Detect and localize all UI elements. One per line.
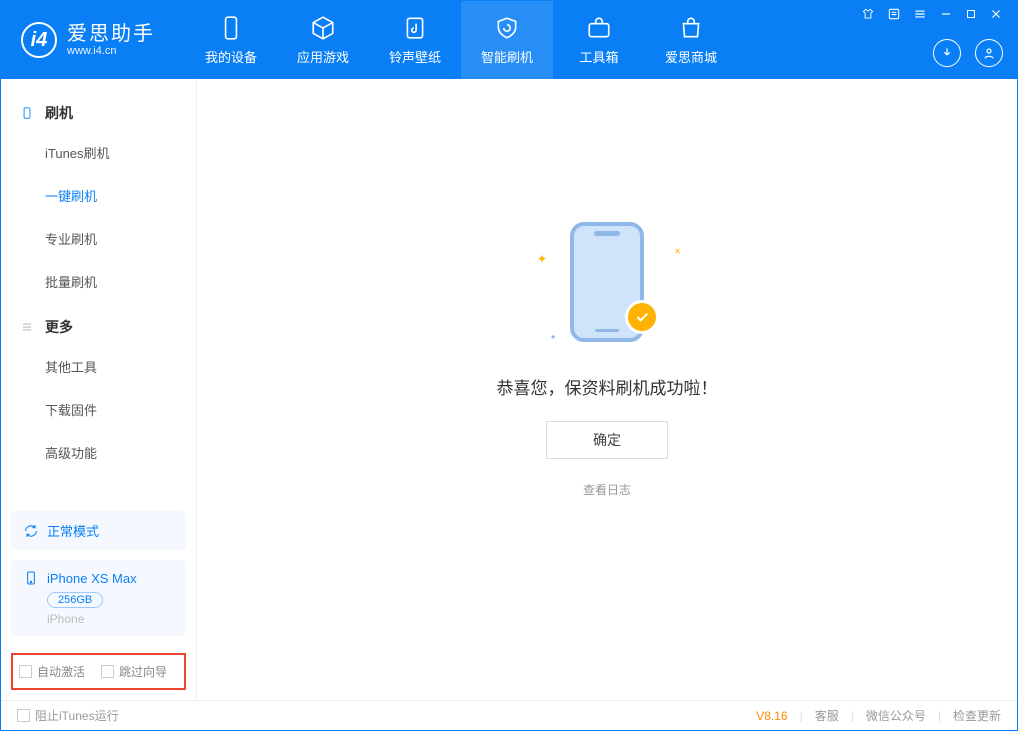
main-tabs: 我的设备 应用游戏 铃声壁纸 智能刷机 工具箱 爱思商城: [185, 1, 737, 79]
phone-icon: [23, 570, 39, 586]
briefcase-icon: [586, 15, 612, 41]
logo-icon: i4: [21, 22, 57, 58]
sidebar: 刷机 iTunes刷机 一键刷机 专业刷机 批量刷机 更多 其他工具 下载固件 …: [1, 79, 197, 700]
sidebar-item-advanced[interactable]: 高级功能: [19, 431, 178, 474]
mode-label: 正常模式: [47, 521, 99, 540]
checkbox-label: 跳过向导: [119, 663, 167, 680]
checkbox-icon: [17, 709, 30, 722]
separator: |: [851, 709, 854, 723]
device-card[interactable]: iPhone XS Max 256GB iPhone: [11, 560, 186, 636]
maximize-button[interactable]: [965, 7, 977, 21]
statusbar: 阻止iTunes运行 V8.16 | 客服 | 微信公众号 | 检查更新: [1, 700, 1017, 730]
checkbox-skip-guide[interactable]: 跳过向导: [101, 663, 167, 680]
tab-label: 应用游戏: [297, 47, 349, 66]
wechat-link[interactable]: 微信公众号: [866, 707, 926, 724]
download-button[interactable]: [933, 39, 961, 67]
sidebar-item-batch-flash[interactable]: 批量刷机: [19, 260, 178, 303]
music-file-icon: [402, 15, 428, 41]
phone-icon: [218, 15, 244, 41]
app-title: 爱思助手: [67, 23, 155, 45]
sparkle-icon: +: [670, 243, 685, 258]
tab-label: 工具箱: [579, 47, 618, 66]
mode-card[interactable]: 正常模式: [11, 511, 186, 550]
separator: |: [800, 709, 803, 723]
success-illustration: ✦ + •: [527, 222, 687, 352]
app-logo: i4 爱思助手 www.i4.cn: [21, 22, 155, 58]
checkbox-label: 自动激活: [37, 663, 85, 680]
ok-button[interactable]: 确定: [546, 421, 668, 459]
sidebar-item-download-firmware[interactable]: 下载固件: [19, 388, 178, 431]
success-message: 恭喜您，保资料刷机成功啦！: [497, 374, 718, 399]
checkbox-auto-activate[interactable]: 自动激活: [19, 663, 85, 680]
device-icon: [19, 105, 35, 121]
sidebar-item-pro-flash[interactable]: 专业刷机: [19, 217, 178, 260]
checkbox-icon: [19, 665, 32, 678]
titlebar: i4 爱思助手 www.i4.cn 我的设备 应用游戏 铃声壁纸 智能刷机 工具…: [1, 1, 1017, 79]
checkmark-badge-icon: [625, 300, 659, 334]
highlighted-options: 自动激活 跳过向导: [11, 653, 186, 690]
tab-label: 智能刷机: [481, 47, 533, 66]
bag-icon: [678, 15, 704, 41]
sidebar-header-label: 更多: [45, 317, 73, 337]
sparkle-icon: ✦: [537, 252, 547, 266]
sparkle-icon: •: [551, 330, 555, 344]
sync-icon: [23, 523, 39, 539]
list-icon: [19, 319, 35, 335]
app-subtitle: www.i4.cn: [67, 45, 155, 57]
checkbox-label: 阻止iTunes运行: [35, 707, 119, 724]
shield-refresh-icon: [494, 15, 520, 41]
window-controls: [861, 7, 1003, 21]
sidebar-header-label: 刷机: [45, 103, 73, 123]
tab-store[interactable]: 爱思商城: [645, 1, 737, 79]
shirt-icon[interactable]: [861, 7, 875, 21]
check-update-link[interactable]: 检查更新: [953, 707, 1001, 724]
device-capacity: 256GB: [47, 592, 103, 608]
checkbox-icon: [101, 665, 114, 678]
minimize-button[interactable]: [939, 7, 953, 21]
checkbox-block-itunes[interactable]: 阻止iTunes运行: [17, 707, 119, 724]
main-content: ✦ + • 恭喜您，保资料刷机成功啦！ 确定 查看日志: [197, 79, 1017, 700]
view-log-link[interactable]: 查看日志: [583, 481, 631, 498]
tab-label: 我的设备: [205, 47, 257, 66]
sidebar-item-itunes-flash[interactable]: iTunes刷机: [19, 131, 178, 174]
separator: |: [938, 709, 941, 723]
close-button[interactable]: [989, 7, 1003, 21]
device-type: iPhone: [47, 612, 174, 626]
account-button[interactable]: [975, 39, 1003, 67]
version-label: V8.16: [756, 709, 787, 723]
tab-label: 铃声壁纸: [389, 47, 441, 66]
sidebar-item-other-tools[interactable]: 其他工具: [19, 345, 178, 388]
tab-label: 爱思商城: [665, 47, 717, 66]
tab-smart-flash[interactable]: 智能刷机: [461, 1, 553, 79]
sidebar-section-flash: 刷机: [19, 103, 178, 123]
tab-my-device[interactable]: 我的设备: [185, 1, 277, 79]
tab-toolbox[interactable]: 工具箱: [553, 1, 645, 79]
tab-apps-games[interactable]: 应用游戏: [277, 1, 369, 79]
tab-ringtones[interactable]: 铃声壁纸: [369, 1, 461, 79]
sidebar-item-oneclick-flash[interactable]: 一键刷机: [19, 174, 178, 217]
sidebar-section-more: 更多: [19, 317, 178, 337]
cube-icon: [310, 15, 336, 41]
support-link[interactable]: 客服: [815, 707, 839, 724]
list-icon[interactable]: [887, 7, 901, 21]
device-name: iPhone XS Max: [47, 571, 137, 586]
menu-icon[interactable]: [913, 7, 927, 21]
